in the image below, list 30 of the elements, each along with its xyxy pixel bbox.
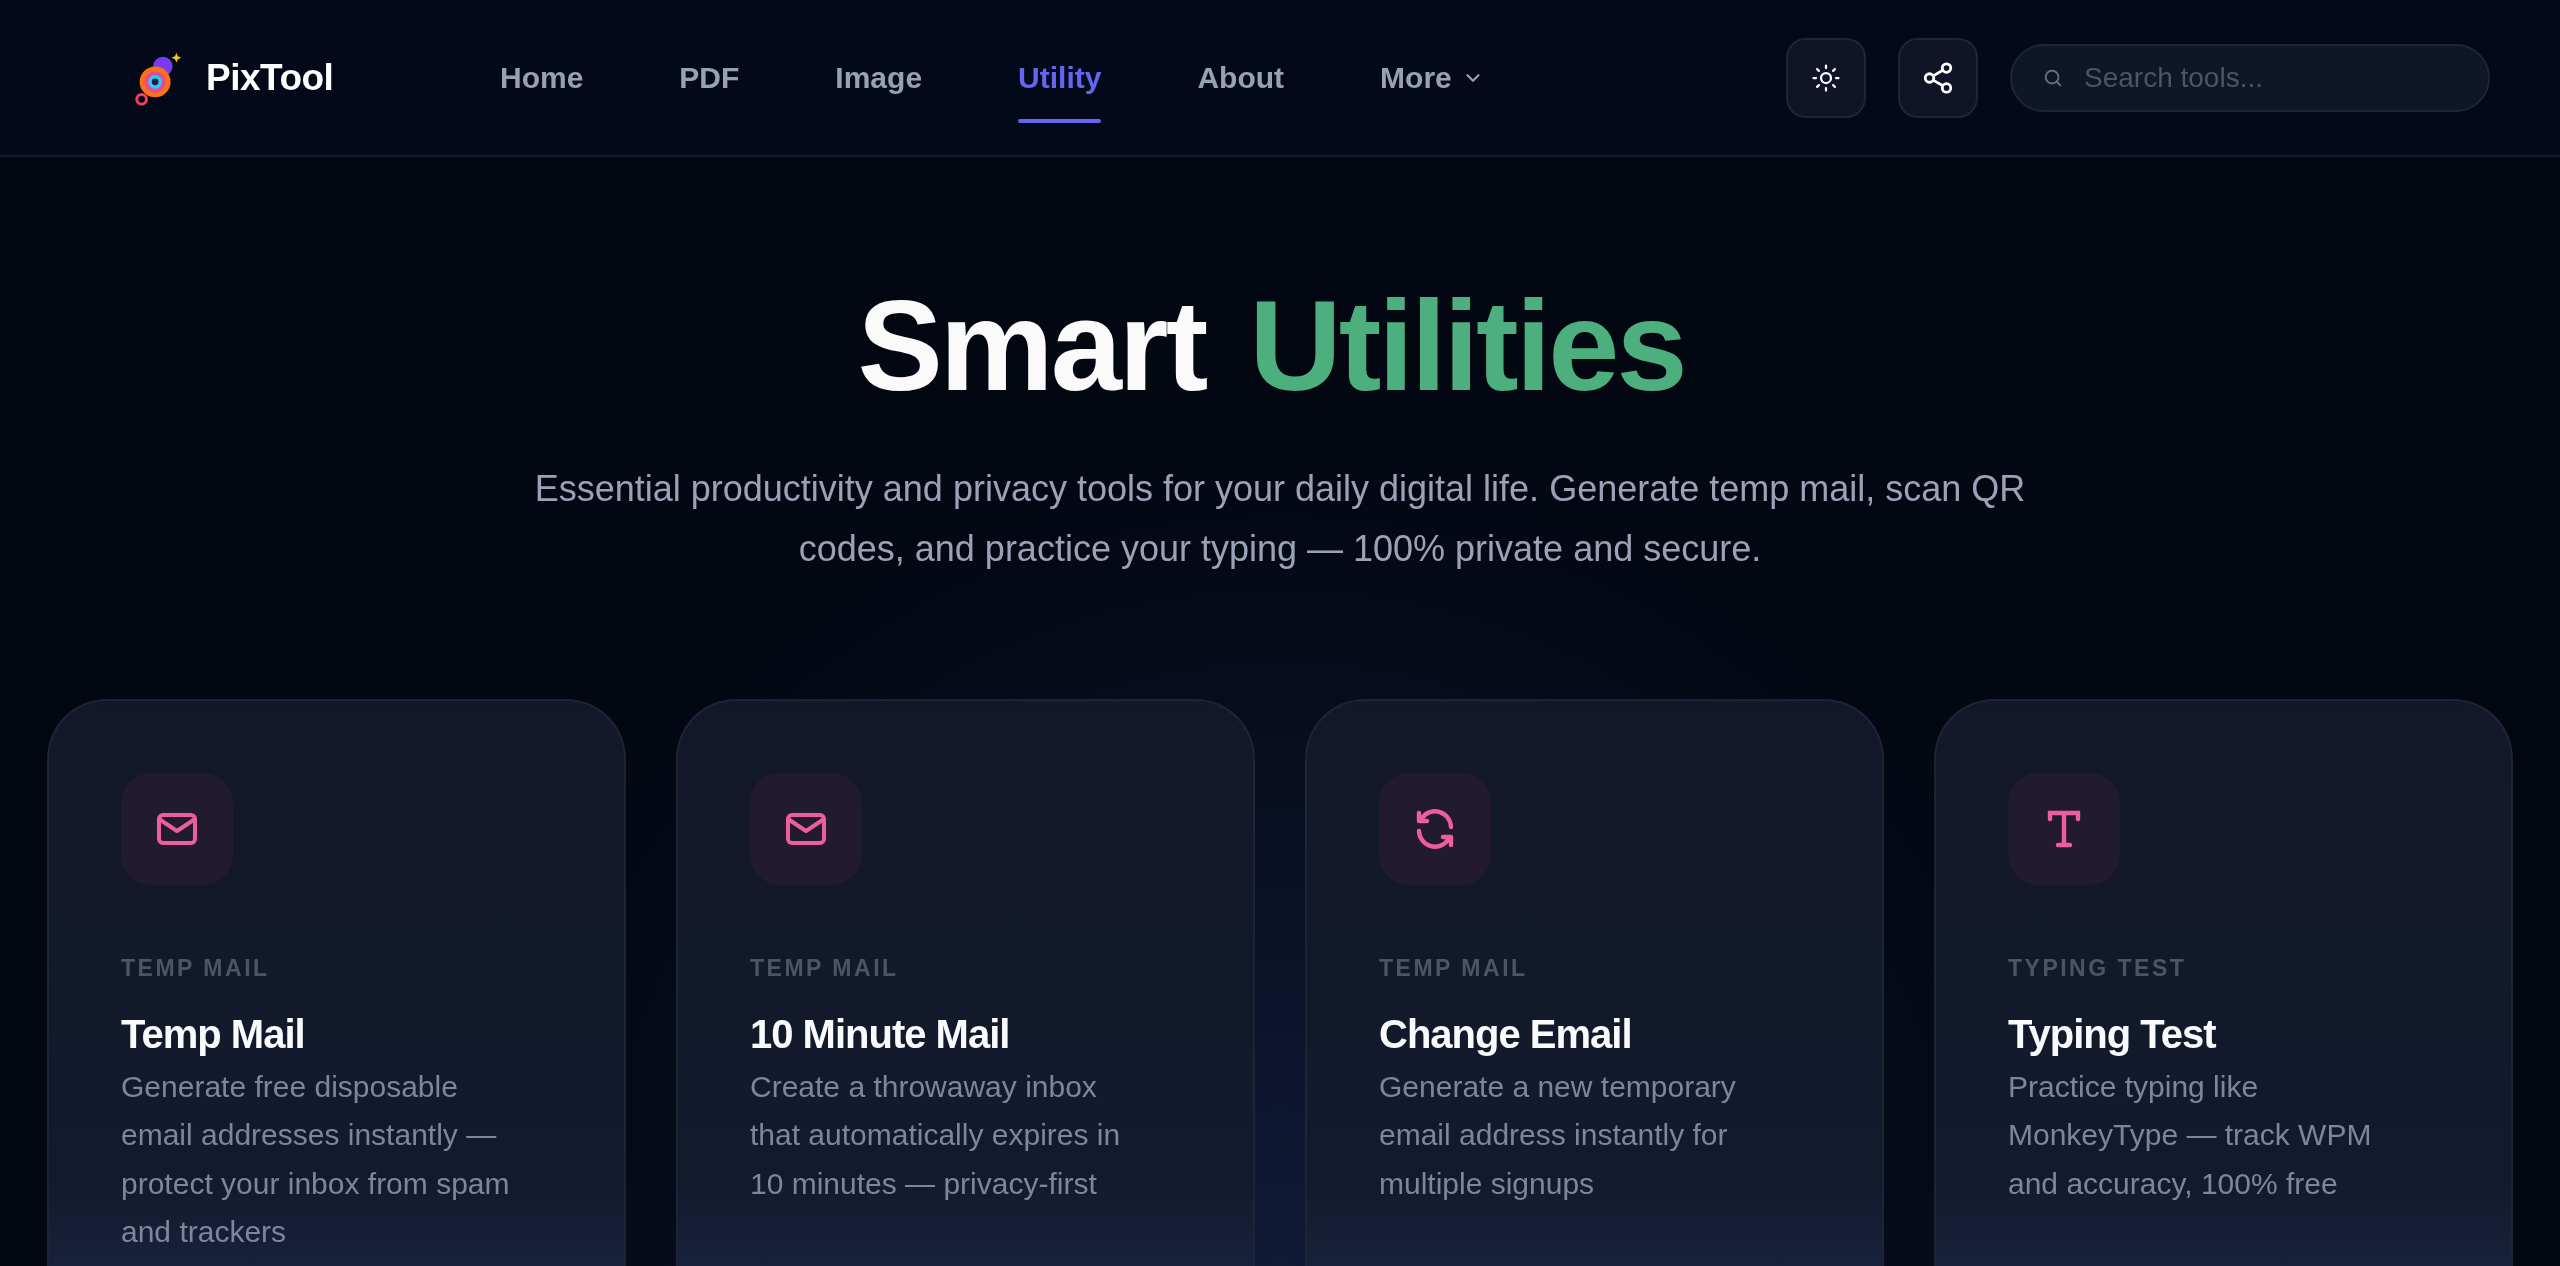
nav-tab[interactable]: About <box>1197 30 1285 125</box>
card-category: TEMP MAIL <box>121 954 271 982</box>
card-description: Generate free disposable email addresses instantly — protect your inbox from spam and trackers <box>121 1068 511 1251</box>
card-title: Typing Test <box>2008 1011 2217 1057</box>
card-title: Temp Mail <box>121 1011 306 1057</box>
hero-subtitle: Essential productivity and privacy tools for your daily digital life. Generate temp mail, scan QR codes, and practice your typing — 100% private and secure. <box>533 466 2027 571</box>
card-description: Generate a new temporary email address instantly for multiple signups <box>1379 1068 1737 1202</box>
nav-tab[interactable]: Image <box>835 30 923 125</box>
search-field[interactable]: Search tools... <box>2010 43 2490 112</box>
nav-tab[interactable]: PDF <box>679 30 740 125</box>
share-icon <box>1921 60 1955 95</box>
more-menu-button[interactable]: More <box>1380 30 1484 125</box>
tool-card[interactable]: TEMP MAIL Change Email Generate a new temporary email address instantly for multiple signups <box>1305 698 1884 1266</box>
card-category: TEMP MAIL <box>1379 954 1529 982</box>
nav-tab[interactable]: Utility <box>1018 30 1102 125</box>
sun-icon <box>1811 62 1841 93</box>
tool-card[interactable]: TYPING TEST Typing Test Practice typing like MonkeyType — track WPM and accuracy, 100% free <box>1934 698 2513 1266</box>
share-button[interactable] <box>1898 37 1978 118</box>
card-description: Practice typing like MonkeyType — track WPM and accuracy, 100% free <box>2008 1068 2373 1202</box>
tool-card[interactable]: TEMP MAIL 10 Minute Mail Create a throwaway inbox that automatically expires in 10 minutes — privacy-first <box>676 698 1255 1266</box>
card-description: Create a throwaway inbox that automatically expires in 10 minutes — privacy-first <box>750 1068 1122 1202</box>
card-category: TEMP MAIL <box>750 954 900 982</box>
tool-card[interactable]: TEMP MAIL Temp Mail Generate free disposable email addresses instantly — protect your inbox from spam and trackers <box>47 698 626 1266</box>
card-title: 10 Minute Mail <box>750 1011 1011 1057</box>
nav-tab[interactable]: Home <box>500 30 584 125</box>
card-category: TYPING TEST <box>2008 954 2188 982</box>
theme-toggle-button[interactable] <box>1786 37 1866 118</box>
card-title: Change Email <box>1379 1011 1633 1057</box>
brand-name[interactable]: PixTool <box>206 56 334 99</box>
hero-title: Smart Utilities <box>857 273 1686 419</box>
